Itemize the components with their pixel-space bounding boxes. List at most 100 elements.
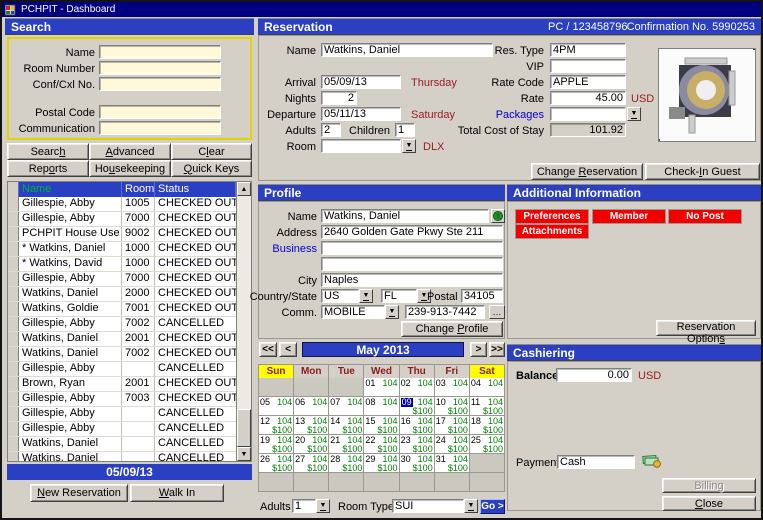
row-selector[interactable] xyxy=(8,392,19,406)
cell-room[interactable]: 7000 xyxy=(122,272,155,286)
globe-icon[interactable] xyxy=(491,209,505,223)
search-button[interactable]: Search xyxy=(7,143,89,160)
cell-status[interactable]: CHECKED OUT xyxy=(155,272,236,286)
cell-room[interactable]: 1000 xyxy=(122,257,155,271)
calendar-day[interactable]: 20104$100 xyxy=(294,435,329,454)
postal-code-input[interactable] xyxy=(99,105,221,119)
conf-cxl-input[interactable] xyxy=(99,77,221,91)
cell-name[interactable]: Watkins, Daniel xyxy=(19,347,122,361)
scroll-thumb[interactable] xyxy=(237,409,251,447)
cell-status[interactable]: CHECKED OUT xyxy=(155,257,236,271)
comm-type-field[interactable] xyxy=(321,305,385,319)
cell-status[interactable]: CANCELLED xyxy=(155,317,236,331)
search-name-input[interactable] xyxy=(99,45,221,59)
cell-name[interactable]: Gillespie, Abby xyxy=(19,392,122,406)
cell-status[interactable]: CANCELLED xyxy=(155,452,236,462)
cash-icon[interactable] xyxy=(642,454,662,471)
column-header-room[interactable]: Room xyxy=(122,182,155,197)
new-reservation-button[interactable]: New Reservation xyxy=(30,484,128,502)
table-row[interactable]: PCHPIT House Use9002CHECKED OUT xyxy=(8,227,236,242)
city-field[interactable] xyxy=(321,273,503,287)
calendar-next-month-button[interactable]: > xyxy=(470,342,487,357)
cell-room[interactable]: 7001 xyxy=(122,302,155,316)
calendar-day[interactable]: 14104$100 xyxy=(329,416,364,435)
nights-field[interactable] xyxy=(321,91,357,105)
cell-room[interactable]: 2001 xyxy=(122,332,155,346)
table-row[interactable]: Watkins, DanielCANCELLED xyxy=(8,437,236,452)
table-row[interactable]: Gillespie, Abby7003CHECKED OUT xyxy=(8,392,236,407)
row-selector[interactable] xyxy=(8,227,19,241)
cell-room[interactable]: 1005 xyxy=(122,197,155,211)
table-row[interactable]: Gillespie, AbbyCANCELLED xyxy=(8,422,236,437)
departure-field[interactable] xyxy=(321,107,401,121)
preferences-badge[interactable]: Preferences xyxy=(516,210,588,223)
address2-field[interactable] xyxy=(321,257,503,271)
calendar-day[interactable]: 13104$100 xyxy=(294,416,329,435)
res-type-field[interactable] xyxy=(550,43,626,57)
cell-room[interactable]: 7002 xyxy=(122,347,155,361)
calendar-day[interactable]: 07104 xyxy=(329,397,364,416)
cell-status[interactable]: CANCELLED xyxy=(155,362,236,376)
calendar-day[interactable]: 16104$100 xyxy=(400,416,435,435)
row-selector[interactable] xyxy=(8,197,19,211)
calendar-day[interactable]: 22104$100 xyxy=(364,435,399,454)
column-header-name[interactable]: Name xyxy=(19,182,122,197)
walk-in-button[interactable]: Walk In xyxy=(130,484,224,502)
row-selector[interactable] xyxy=(8,212,19,226)
calendar-day[interactable]: 02104 xyxy=(400,378,435,397)
cell-status[interactable]: CHECKED OUT xyxy=(155,287,236,301)
cell-status[interactable]: CHECKED OUT xyxy=(155,242,236,256)
table-row[interactable]: * Watkins, David1000CHECKED OUT xyxy=(8,257,236,272)
calendar-day[interactable]: 21104$100 xyxy=(329,435,364,454)
table-row[interactable]: Brown, Ryan2001CHECKED OUT xyxy=(8,377,236,392)
cell-name[interactable]: PCHPIT House Use xyxy=(19,227,122,241)
profile-name-field[interactable] xyxy=(321,209,489,223)
table-row[interactable]: Gillespie, Abby7002CANCELLED xyxy=(8,317,236,332)
arrival-field[interactable] xyxy=(321,75,401,89)
go-button[interactable]: Go > xyxy=(480,499,505,514)
calendar-adults-field[interactable] xyxy=(292,499,316,513)
row-selector[interactable] xyxy=(8,422,19,436)
row-selector[interactable] xyxy=(8,302,19,316)
country-field[interactable] xyxy=(321,289,359,303)
room-field[interactable] xyxy=(321,139,401,153)
table-row[interactable]: Watkins, DanielCANCELLED xyxy=(8,452,236,462)
cell-name[interactable]: * Watkins, Daniel xyxy=(19,242,122,256)
calendar-day[interactable]: 27104$100 xyxy=(294,454,329,473)
table-row[interactable]: Gillespie, Abby1005CHECKED OUT xyxy=(8,197,236,212)
calendar-day[interactable]: 28104$100 xyxy=(329,454,364,473)
attachments-badge[interactable]: Attachments xyxy=(516,225,588,238)
cell-name[interactable]: Gillespie, Abby xyxy=(19,197,122,211)
change-reservation-button[interactable]: Change Reservation xyxy=(531,163,643,180)
calendar-day[interactable]: 17104$100 xyxy=(435,416,470,435)
cell-room[interactable] xyxy=(122,362,155,376)
rate-field[interactable] xyxy=(550,91,626,105)
cell-status[interactable]: CHECKED OUT xyxy=(155,302,236,316)
row-selector[interactable] xyxy=(8,362,19,376)
calendar-next-year-button[interactable]: >> xyxy=(489,342,505,357)
calendar-day[interactable]: 01104 xyxy=(364,378,399,397)
calendar-day[interactable]: 05104 xyxy=(259,397,294,416)
row-selector[interactable] xyxy=(8,242,19,256)
calendar-day[interactable]: 08104 xyxy=(364,397,399,416)
cell-status[interactable]: CANCELLED xyxy=(155,407,236,421)
quick-keys-button[interactable]: Quick Keys xyxy=(171,160,252,177)
children-field[interactable] xyxy=(395,123,415,137)
row-selector[interactable] xyxy=(8,257,19,271)
rate-code-field[interactable] xyxy=(550,75,626,89)
calendar-day[interactable]: 19104$100 xyxy=(259,435,294,454)
cell-room[interactable]: 7002 xyxy=(122,317,155,331)
scroll-down-icon[interactable]: ▼ xyxy=(237,447,251,461)
packages-field[interactable] xyxy=(550,107,626,121)
member-badge[interactable]: Member xyxy=(593,210,665,223)
business-label[interactable]: Business xyxy=(272,243,317,255)
cell-status[interactable]: CHECKED OUT xyxy=(155,347,236,361)
cell-room[interactable]: 9002 xyxy=(122,227,155,241)
cell-name[interactable]: Gillespie, Abby xyxy=(19,407,122,421)
table-row[interactable]: * Watkins, Daniel1000CHECKED OUT xyxy=(8,242,236,257)
table-row[interactable]: Watkins, Goldie7001CHECKED OUT xyxy=(8,302,236,317)
calendar-day[interactable]: 24104$100 xyxy=(435,435,470,454)
calendar-day[interactable]: 10104$100 xyxy=(435,397,470,416)
adults-field[interactable] xyxy=(321,123,341,137)
cell-room[interactable]: 1000 xyxy=(122,242,155,256)
